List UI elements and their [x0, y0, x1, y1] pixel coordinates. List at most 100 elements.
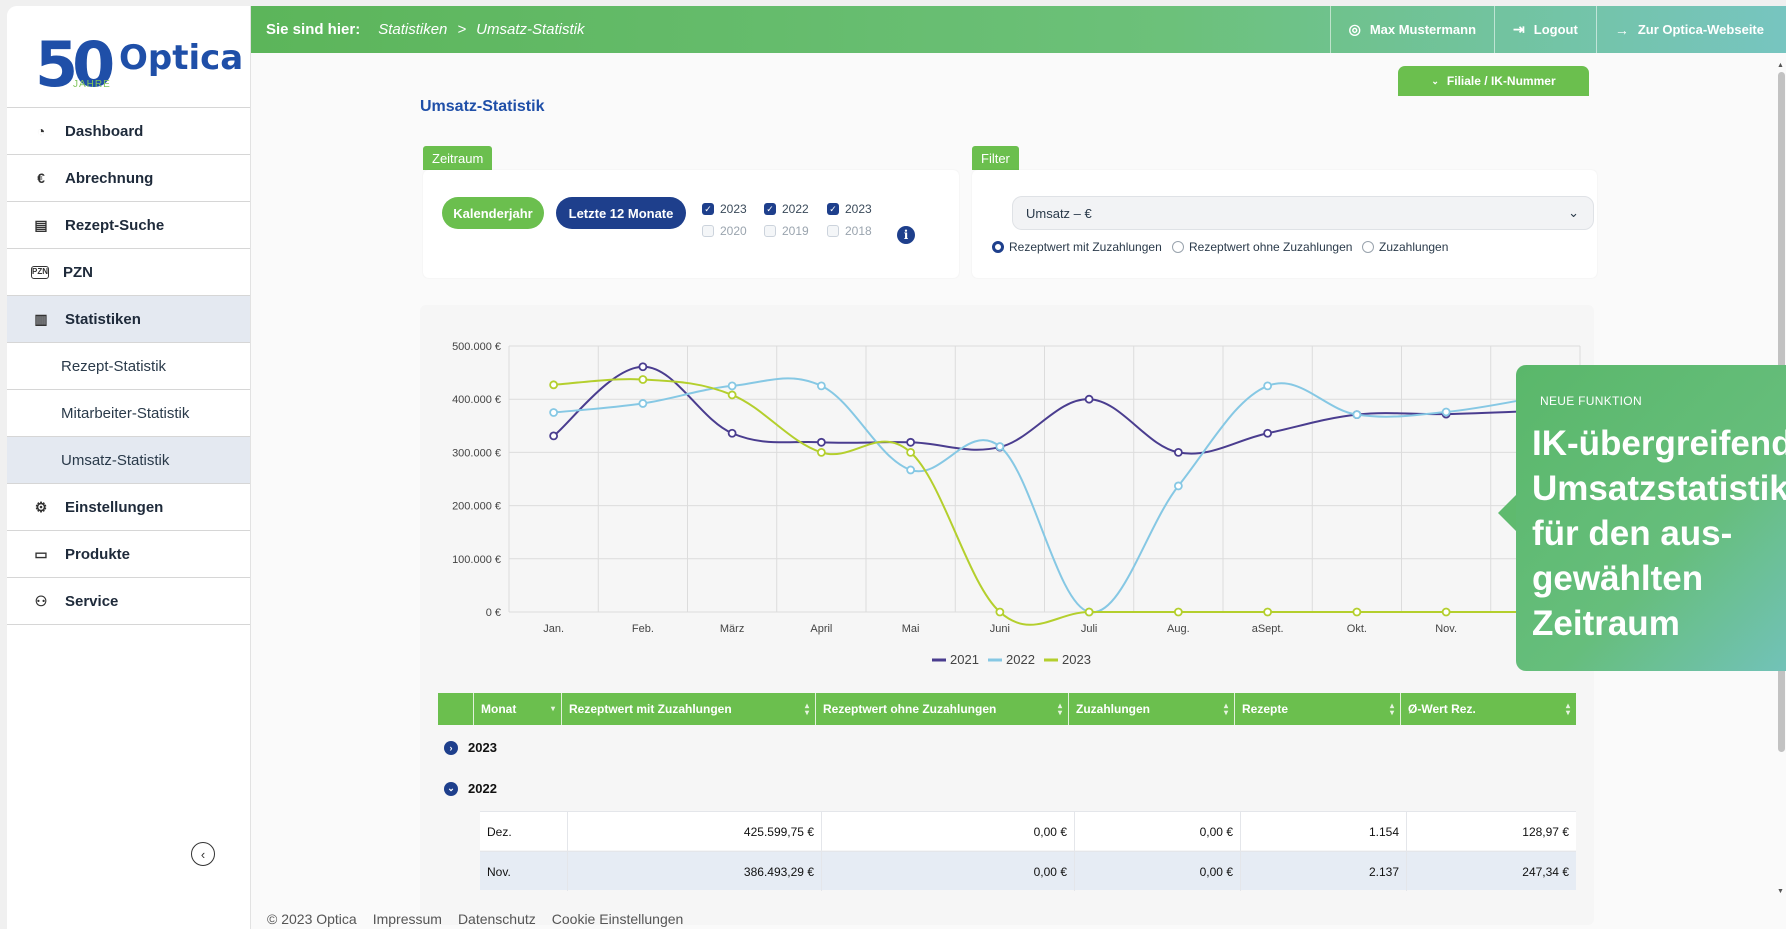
column-header-rezeptwert-ohne[interactable]: Rezeptwert ohne Zuzahlungen ▴ ▾ [816, 693, 1069, 725]
sidebar-item-einstellungen[interactable]: ⚙ Einstellungen [7, 484, 250, 531]
checkbox-checked-icon: ✓ [827, 203, 839, 215]
app-window: 50 JAHRE Optica ◔ Dashboard € Abrechnung… [7, 6, 1786, 929]
website-link[interactable]: → Zur Optica-Webseite [1595, 6, 1786, 53]
year-checkbox-2019[interactable]: 2019 [764, 224, 809, 238]
radio-label: Zuzahlungen [1379, 240, 1449, 254]
callout-pointer [1498, 495, 1516, 531]
logout-button[interactable]: ⇥ Logout [1494, 6, 1596, 53]
optica-logo[interactable]: 50 JAHRE Optica [7, 6, 250, 108]
metric-select-value: Umsatz – € [1026, 205, 1092, 221]
metric-select[interactable]: Umsatz – € ⌄ [1012, 196, 1594, 230]
column-header-monat[interactable]: Monat ▾ [474, 693, 562, 725]
year-checkbox-2023[interactable]: ✓ 2023 [702, 202, 747, 216]
column-header-rezepte[interactable]: Rezepte ▴ ▾ [1235, 693, 1401, 725]
checkbox-unchecked-icon [702, 225, 714, 237]
sidebar-subitem-label: Rezept-Statistik [61, 357, 167, 375]
year-label: 2022 [782, 202, 809, 216]
cell-monat: Nov. [480, 852, 568, 891]
sidebar-item-produkte[interactable]: ▭ Produkte [7, 531, 250, 578]
checkbox-unchecked-icon [764, 225, 776, 237]
column-header-label: Monat [481, 702, 517, 716]
scroll-down-icon[interactable]: ▼ [1777, 888, 1784, 895]
breadcrumb-label: Sie sind hier: [266, 21, 361, 38]
letzte-12-monate-button[interactable]: Letzte 12 Monate [556, 197, 686, 229]
table-row[interactable]: Nov. 386.493,29 € 0,00 € 0,00 € 2.137 24… [480, 851, 1576, 891]
filiale-ik-button[interactable]: ⌄ Filiale / IK-Nummer [1398, 66, 1589, 96]
radio-rezeptwert-mit[interactable]: Rezeptwert mit Zuzahlungen [992, 240, 1162, 254]
breadcrumb-statistiken[interactable]: Statistiken [378, 21, 447, 38]
table-header: Monat ▾ Rezeptwert mit Zuzahlungen ▴ ▾ Re… [438, 693, 1576, 725]
year-group-2023[interactable]: › 2023 [444, 740, 497, 755]
zeitraum-tab: Zeitraum [423, 146, 493, 170]
column-header-label: Zuzahlungen [1076, 702, 1150, 716]
sidebar-item-pzn[interactable]: PZN PZN [7, 249, 250, 296]
radio-rezeptwert-ohne[interactable]: Rezeptwert ohne Zuzahlungen [1172, 240, 1352, 254]
kalenderjahr-button[interactable]: Kalenderjahr [442, 197, 544, 229]
euro-icon: € [37, 170, 45, 186]
logo-jahre: JAHRE [73, 79, 111, 90]
year-checkbox-2022[interactable]: ✓ 2022 [764, 202, 809, 216]
callout-kicker: NEUE FUNKTION [1540, 394, 1642, 408]
sidebar-subitem-label: Mitarbeiter-Statistik [61, 404, 190, 422]
sidebar-item-abrechnung[interactable]: € Abrechnung [7, 155, 250, 202]
prescription-search-icon: ▤ [34, 216, 48, 233]
column-header-oe-wert[interactable]: Ø-Wert Rez. ▴ ▾ [1401, 693, 1576, 725]
year-label: 2023 [720, 202, 747, 216]
filiale-label: Filiale / IK-Nummer [1446, 74, 1556, 88]
dashboard-icon: ◔ [36, 123, 46, 139]
radio-unselected-icon [1362, 241, 1374, 253]
sidebar-item-label: PZN [63, 263, 93, 281]
sidebar-item-dashboard[interactable]: ◔ Dashboard [7, 108, 250, 155]
column-header-label: Rezeptwert ohne Zuzahlungen [823, 702, 997, 716]
year-checkbox-2020[interactable]: 2020 [702, 224, 747, 238]
pzn-icon: PZN [31, 265, 49, 279]
settings-icon: ⚙ [34, 498, 48, 515]
year-label: 2020 [720, 224, 747, 238]
cell-oe-wert: 128,97 € [1522, 824, 1569, 839]
footer-link-cookies[interactable]: Cookie Einstellungen [552, 911, 684, 927]
year-group-label: 2022 [468, 781, 497, 796]
footer-link-datenschutz[interactable]: Datenschutz [458, 911, 536, 927]
sidebar-item-label: Dashboard [65, 122, 144, 140]
year-group-2022[interactable]: ⌄ 2022 [444, 781, 497, 796]
year-checkbox-2018[interactable]: 2018 [827, 224, 872, 238]
cell-zuzahlungen: 0,00 € [1075, 812, 1241, 851]
table-row[interactable]: Dez. 425.599,75 € 0,00 € 0,00 € 1.154 12… [480, 811, 1576, 851]
sort-desc-icon: ▾ [550, 704, 555, 713]
chevron-down-icon: ⌄ [444, 781, 458, 796]
checkbox-unchecked-icon [827, 225, 839, 237]
sidebar-item-label: Service [65, 592, 119, 610]
radio-label: Rezeptwert ohne Zuzahlungen [1189, 240, 1353, 254]
sort-icon: ▴ ▾ [1223, 701, 1228, 717]
sidebar-item-label: Einstellungen [65, 498, 164, 516]
info-icon[interactable]: i [897, 226, 915, 244]
cell-oe-wert: 247,34 € [1522, 864, 1569, 879]
cell-rezepte: 1.154 [1241, 812, 1407, 851]
footer-link-impressum[interactable]: Impressum [373, 911, 442, 927]
chevron-down-icon: ⌄ [1568, 205, 1579, 220]
sidebar-subitem-mitarbeiter-statistik[interactable]: Mitarbeiter-Statistik [7, 390, 250, 437]
sidebar-item-statistiken[interactable]: ▥ Statistiken [7, 296, 250, 343]
cell-rezeptwert-mit: 386.493,29 € [568, 852, 822, 891]
column-header-zuzahlungen[interactable]: Zuzahlungen ▴ ▾ [1069, 693, 1235, 725]
year-checkbox-2023b[interactable]: ✓ 2023 [827, 202, 872, 216]
column-header-rezeptwert-mit[interactable]: Rezeptwert mit Zuzahlungen ▴ ▾ [562, 693, 816, 725]
footer: © 2023 Optica Impressum Datenschutz Cook… [267, 911, 683, 927]
year-label: 2019 [782, 224, 809, 238]
filter-tab: Filter [972, 146, 1019, 170]
sort-icon: ▴ ▾ [1057, 701, 1062, 717]
new-feature-callout[interactable]: NEUE FUNKTION IK-übergreifende Umsatzsta… [1498, 365, 1786, 671]
radio-zuzahlungen[interactable]: Zuzahlungen [1362, 240, 1448, 254]
logout-icon: ⇥ [1513, 21, 1525, 37]
sidebar-item-service[interactable]: ⚇ Service [7, 578, 250, 625]
chevron-right-icon: › [444, 740, 458, 755]
sidebar-subitem-umsatz-statistik[interactable]: Umsatz-Statistik [7, 437, 250, 484]
sidebar-subitem-rezept-statistik[interactable]: Rezept-Statistik [7, 343, 250, 390]
scroll-up-icon[interactable]: ▲ [1777, 62, 1784, 69]
sidebar-item-rezept-suche[interactable]: ▤ Rezept-Suche [7, 202, 250, 249]
chevron-down-icon: ⌄ [1431, 75, 1439, 86]
collapse-sidebar-button[interactable]: ‹ [191, 842, 215, 866]
user-menu-button[interactable]: ◎ Max Mustermann [1329, 6, 1494, 53]
logout-label: Logout [1533, 22, 1578, 37]
page-title: Umsatz-Statistik [420, 98, 545, 115]
